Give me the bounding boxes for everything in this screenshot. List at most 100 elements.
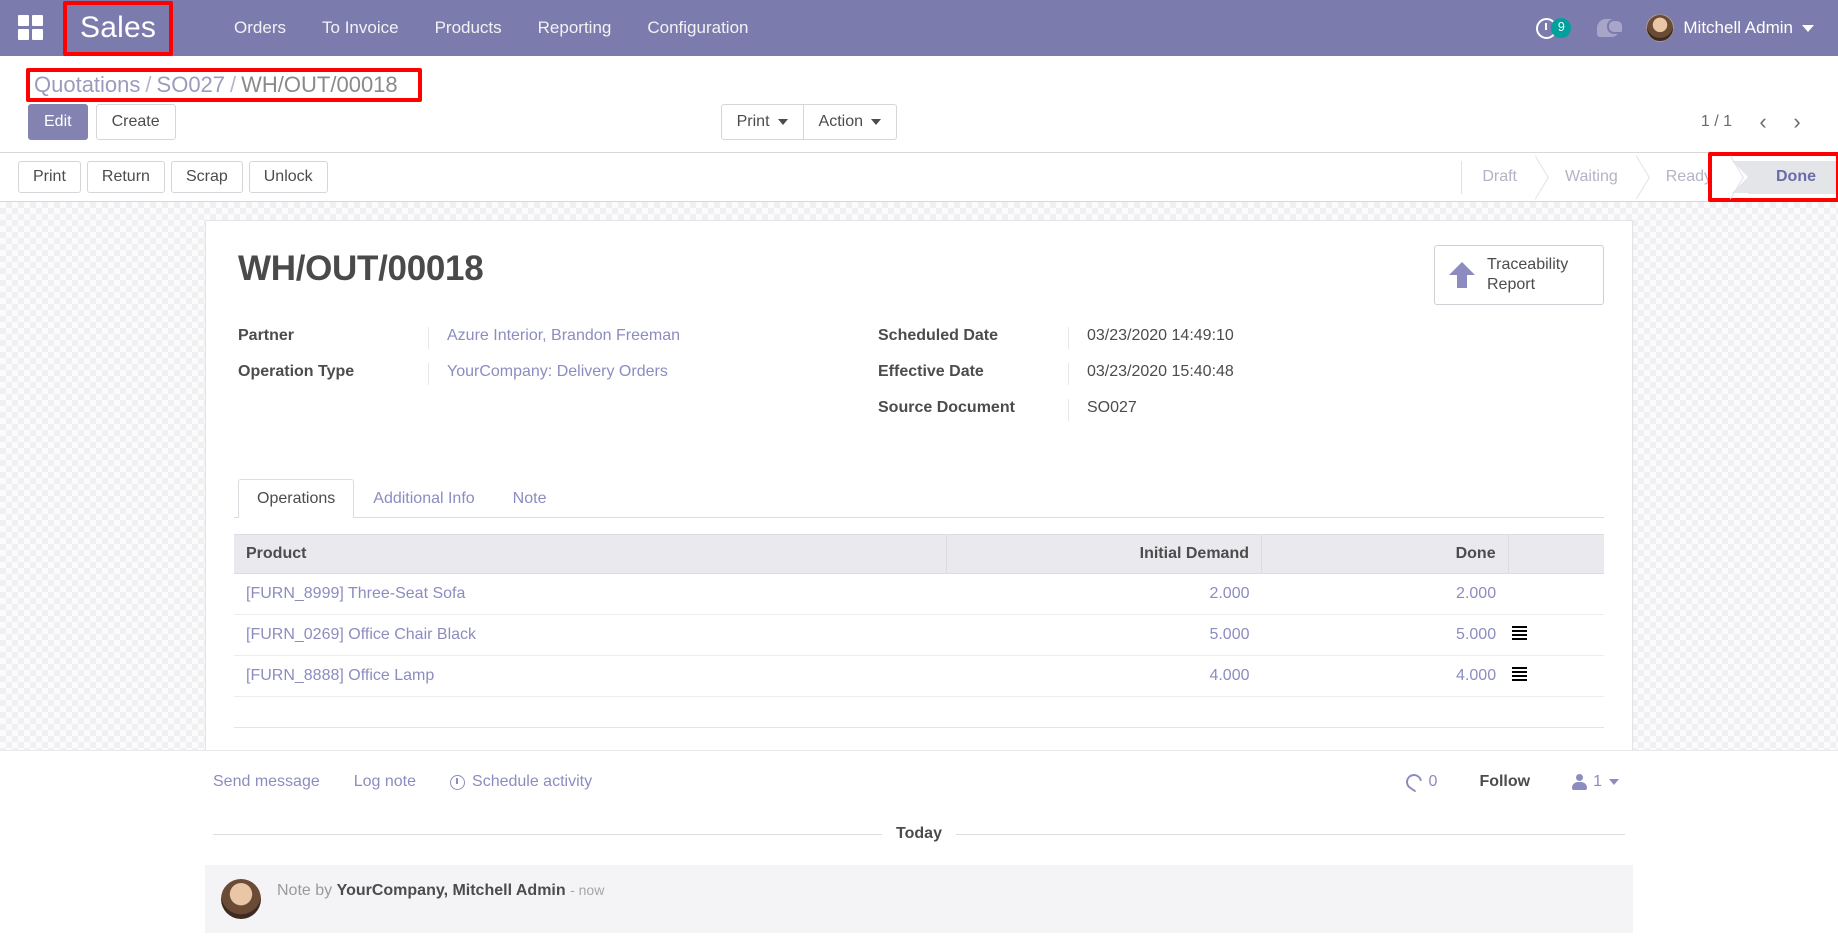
pager-previous-button[interactable]: ‹	[1748, 107, 1778, 137]
column-header-initial-demand: Initial Demand	[946, 534, 1263, 574]
stage-draft[interactable]: Draft	[1462, 161, 1537, 194]
create-button[interactable]: Create	[95, 104, 176, 140]
edit-button[interactable]: Edit	[28, 104, 88, 140]
schedule-activity-button[interactable]: Schedule activity	[450, 773, 592, 791]
app-brand-sales[interactable]: Sales	[80, 10, 156, 46]
pager: 1 / 1 ‹ ›	[1701, 107, 1818, 137]
status-pipeline: Draft Waiting Ready Done	[1461, 151, 1838, 202]
print-action-group: Print Action	[720, 104, 897, 140]
record-sheet: WH/OUT/00018 Traceability Report Partner…	[205, 220, 1633, 750]
field-value-source-document: SO027	[1068, 399, 1518, 421]
list-lines-icon[interactable]	[1512, 667, 1528, 682]
followers-count: 1	[1593, 773, 1602, 790]
chevron-down-icon	[1609, 779, 1619, 785]
tab-operations[interactable]: Operations	[238, 479, 355, 518]
table-row[interactable]: [FURN_8888] Office Lamp 4.000 4.000	[234, 655, 1604, 697]
field-value-effective-date: 03/23/2020 15:40:48	[1068, 363, 1518, 385]
nav-menu-configuration[interactable]: Configuration	[629, 12, 766, 44]
sheet-background: WH/OUT/00018 Traceability Report Partner…	[0, 202, 1838, 750]
traceability-report-button[interactable]: Traceability Report	[1434, 245, 1604, 305]
pager-next-button[interactable]: ›	[1782, 107, 1812, 137]
breadcrumb-item-current: WH/OUT/00018	[241, 72, 398, 97]
chevron-down-icon	[1802, 24, 1814, 32]
column-header-done: Done	[1261, 534, 1509, 574]
table-row[interactable]: [FURN_0269] Office Chair Black 5.000 5.0…	[234, 614, 1604, 656]
message-item: Note by YourCompany, Mitchell Admin - no…	[205, 865, 1633, 933]
cell-product: [FURN_8999] Three-Seat Sofa	[234, 573, 947, 615]
field-operation-type: Operation Type YourCompany: Delivery Ord…	[238, 363, 878, 394]
nav-menu-reporting[interactable]: Reporting	[520, 12, 630, 44]
form-fields-left: Partner Azure Interior, Brandon Freeman …	[238, 327, 878, 435]
table-footer-divider	[234, 727, 1604, 728]
unlock-button[interactable]: Unlock	[248, 161, 328, 193]
list-lines-icon[interactable]	[1512, 626, 1528, 641]
notebook-tabs: Operations Additional Info Note	[234, 479, 1604, 518]
cell-detail-icon	[1508, 573, 1604, 615]
breadcrumb-item-so027[interactable]: SO027	[157, 72, 226, 97]
form-fields: Partner Azure Interior, Brandon Freeman …	[234, 327, 1604, 435]
cell-done: 5.000	[1261, 614, 1509, 656]
user-menu[interactable]: Mitchell Admin	[1646, 14, 1814, 42]
follow-button[interactable]: Follow	[1479, 773, 1530, 791]
message-prefix: Note by	[277, 882, 333, 899]
avatar	[1646, 14, 1675, 42]
stage-done[interactable]: Done	[1748, 160, 1836, 194]
apps-grid-icon[interactable]	[18, 15, 44, 41]
navbar-right: 9 Mitchell Admin	[1536, 14, 1820, 42]
attachments-button[interactable]: 0	[1402, 770, 1438, 794]
log-note-label: Log note	[353, 773, 417, 790]
nav-menu-products[interactable]: Products	[417, 12, 520, 44]
chat-bubble-icon[interactable]	[1597, 19, 1625, 37]
breadcrumb-item-quotations[interactable]: Quotations	[34, 72, 140, 97]
send-message-label: Send message	[213, 773, 320, 790]
print-button[interactable]: Print	[18, 161, 81, 193]
tab-note[interactable]: Note	[494, 479, 566, 518]
notebook: Operations Additional Info Note Product …	[234, 479, 1604, 728]
activity-menu[interactable]: 9	[1536, 17, 1572, 39]
top-navbar: Sales Orders To Invoice Products Reporti…	[0, 0, 1838, 56]
table-row[interactable]: [FURN_8999] Three-Seat Sofa 2.000 2.000	[234, 573, 1604, 615]
statusbar-action-buttons: Print Return Scrap Unlock	[18, 161, 328, 193]
column-header-spacer	[1508, 534, 1604, 574]
day-separator-label: Today	[896, 825, 942, 842]
print-dropdown-button[interactable]: Print	[720, 104, 804, 140]
cell-product: [FURN_8888] Office Lamp	[234, 655, 947, 697]
chatter-right: 0 Follow 1	[1402, 770, 1625, 794]
stage-waiting[interactable]: Waiting	[1537, 161, 1638, 194]
user-name: Mitchell Admin	[1683, 18, 1793, 37]
return-button[interactable]: Return	[86, 161, 165, 193]
followers-button[interactable]: 1	[1572, 773, 1619, 791]
message-author[interactable]: YourCompany, Mitchell Admin	[337, 882, 566, 899]
send-message-button[interactable]: Send message	[213, 773, 320, 791]
day-separator-line-right	[955, 833, 1625, 835]
log-note-button[interactable]: Log note	[354, 773, 416, 791]
page-title: WH/OUT/00018	[238, 249, 484, 288]
attachment-count: 0	[1428, 773, 1438, 790]
navbar-menus: Orders To Invoice Products Reporting Con…	[216, 12, 766, 44]
action-dropdown-label: Action	[818, 113, 863, 130]
field-value-partner[interactable]: Azure Interior, Brandon Freeman	[428, 327, 878, 349]
brand-wrapper: Sales	[63, 1, 174, 56]
nav-menu-orders[interactable]: Orders	[216, 12, 304, 44]
cell-detail-icon	[1508, 655, 1604, 697]
action-dropdown-button[interactable]: Action	[802, 104, 897, 140]
field-scheduled-date: Scheduled Date 03/23/2020 14:49:10	[878, 327, 1518, 358]
tab-additional-info[interactable]: Additional Info	[354, 479, 493, 518]
field-value-operation-type[interactable]: YourCompany: Delivery Orders	[428, 363, 878, 385]
nav-menu-to-invoice[interactable]: To Invoice	[304, 12, 417, 44]
operations-table-head: Product Initial Demand Done	[234, 534, 1604, 574]
chatter-inner: Send message Log note Schedule activity …	[205, 770, 1633, 933]
operations-table-body: [FURN_8999] Three-Seat Sofa 2.000 2.000 …	[234, 573, 1604, 697]
field-label-source-document: Source Document	[878, 399, 1015, 416]
clock-icon	[450, 774, 466, 790]
cell-done: 4.000	[1261, 655, 1509, 697]
control-panel-buttons: Edit Create Print Action 1 / 1 ‹ ›	[20, 100, 1818, 152]
operations-table: Product Initial Demand Done [FURN_8999] …	[234, 534, 1604, 697]
day-separator: Today	[205, 825, 1633, 843]
field-effective-date: Effective Date 03/23/2020 15:40:48	[878, 363, 1518, 394]
scrap-button[interactable]: Scrap	[170, 161, 243, 193]
stage-ready[interactable]: Ready	[1638, 161, 1732, 194]
column-header-product: Product	[234, 534, 947, 574]
field-partner: Partner Azure Interior, Brandon Freeman	[238, 327, 878, 358]
person-icon	[1572, 774, 1588, 790]
